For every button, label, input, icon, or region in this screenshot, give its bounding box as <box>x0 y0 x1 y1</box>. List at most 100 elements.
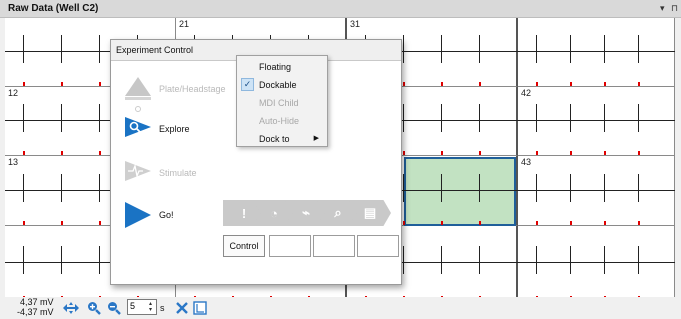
spike-marker <box>23 82 25 86</box>
move-arrows-icon[interactable] <box>62 300 80 316</box>
spike-marker <box>61 82 63 86</box>
trace-spike <box>479 35 480 63</box>
spike-marker <box>403 221 405 225</box>
panel-title: Experiment Control <box>116 45 194 55</box>
stimulate-icon <box>123 158 153 186</box>
time-window-stepper[interactable]: ▴▾ <box>127 299 157 315</box>
spike-marker <box>536 82 538 86</box>
step-label: Stimulate <box>159 168 197 178</box>
empty-slot[interactable] <box>313 235 355 257</box>
menu-item-label: Floating <box>259 62 292 72</box>
trace-spike <box>570 104 571 132</box>
spike-marker <box>638 151 640 155</box>
plate-headstage-icon <box>123 76 153 104</box>
spike-marker <box>479 82 481 86</box>
grid-cell[interactable] <box>518 226 675 301</box>
menu-item-floating[interactable]: Floating <box>237 58 327 76</box>
menu-item-label: MDI Child <box>259 98 299 108</box>
menu-item-dockable[interactable]: ✓ Dockable <box>237 76 327 94</box>
menu-item-label: Auto-Hide <box>259 116 300 126</box>
trace-spike <box>99 35 100 63</box>
layout-icon[interactable] <box>192 300 208 316</box>
step-label: Go! <box>159 210 174 220</box>
trace-spike <box>638 174 639 202</box>
menu-item-auto-hide: Auto-Hide <box>237 112 327 130</box>
dock-context-menu: Floating ✓ Dockable MDI Child Auto-Hide … <box>236 55 328 147</box>
trace-spike <box>570 246 571 274</box>
trace-spike <box>479 104 480 132</box>
connector-dot <box>135 106 141 112</box>
trace-spike <box>638 104 639 132</box>
trace-spike <box>403 104 404 132</box>
spike-marker <box>403 82 405 86</box>
trace-spike <box>61 174 62 202</box>
window-menu-dropdown-icon[interactable]: ▾ <box>660 3 665 14</box>
empty-slot[interactable] <box>269 235 311 257</box>
menu-item-label: Dock to <box>259 134 290 144</box>
cell-label: 21 <box>179 19 190 29</box>
spike-marker <box>441 151 443 155</box>
trace-spike <box>570 35 571 63</box>
spike-marker <box>441 221 443 225</box>
trace-spike <box>23 104 24 132</box>
amplitude-min-label: -4,37 mV <box>17 307 54 317</box>
trace-spike <box>479 246 480 274</box>
workflow-chevrons: ! ◔ ⌁ ⌕ ▤ <box>223 200 393 226</box>
trace-spike <box>604 104 605 132</box>
trace-spike <box>23 35 24 63</box>
zoom-out-icon[interactable] <box>106 300 122 316</box>
stepper-arrows-icon[interactable]: ▴ ▾ <box>146 301 155 313</box>
spike-marker <box>23 151 25 155</box>
cell-label: 43 <box>521 157 532 167</box>
trace-spike <box>638 246 639 274</box>
checkmark-icon: ✓ <box>241 78 254 91</box>
control-button[interactable]: Control <box>223 235 265 257</box>
trace-baseline <box>518 120 675 121</box>
go-play-icon[interactable] <box>123 200 153 232</box>
menu-item-dock-to[interactable]: Dock to ▶ <box>237 130 327 148</box>
grid-cell[interactable] <box>518 18 675 87</box>
cell-label: 42 <box>521 88 532 98</box>
empty-slot[interactable] <box>357 235 399 257</box>
trace-spike <box>99 104 100 132</box>
trace-spike <box>570 174 571 202</box>
spike-marker <box>441 82 443 86</box>
window-pin-icon[interactable]: ⊓ <box>671 3 678 14</box>
trace-spike <box>61 246 62 274</box>
spike-marker <box>479 151 481 155</box>
spike-marker <box>536 221 538 225</box>
menu-item-mdi-child: MDI Child <box>237 94 327 112</box>
spike-marker <box>23 221 25 225</box>
explore-icon[interactable] <box>123 114 153 142</box>
trace-spike <box>604 35 605 63</box>
spike-marker <box>99 151 101 155</box>
bottom-toolbar: 4,37 mV -4,37 mV ▴▾ s <box>0 297 681 319</box>
grid-cell[interactable]: 42 <box>518 87 675 156</box>
trace-baseline <box>518 190 675 191</box>
spike-marker <box>99 82 101 86</box>
close-x-icon[interactable] <box>174 300 190 316</box>
trace-spike <box>23 174 24 202</box>
grid-cell[interactable]: 43 <box>518 156 675 226</box>
trace-spike <box>638 35 639 63</box>
submenu-arrow-icon: ▶ <box>313 135 319 142</box>
spike-marker <box>570 82 572 86</box>
trace-spike <box>61 104 62 132</box>
trace-spike <box>403 35 404 63</box>
window-title: Raw Data (Well C2) <box>8 3 99 14</box>
spike-marker <box>638 221 640 225</box>
trace-spike <box>604 246 605 274</box>
trace-spike <box>479 174 480 202</box>
time-window-input[interactable] <box>128 300 144 312</box>
trace-spike <box>441 104 442 132</box>
spike-marker <box>570 151 572 155</box>
zoom-in-icon[interactable] <box>86 300 102 316</box>
spike-marker <box>604 151 606 155</box>
trace-spike <box>23 246 24 274</box>
trace-baseline <box>518 262 675 263</box>
step-label: Explore <box>159 124 190 134</box>
selected-well-cell[interactable] <box>404 157 516 226</box>
spike-marker <box>61 151 63 155</box>
trace-spike <box>403 174 404 202</box>
amplitude-max-label: 4,37 mV <box>20 297 54 307</box>
